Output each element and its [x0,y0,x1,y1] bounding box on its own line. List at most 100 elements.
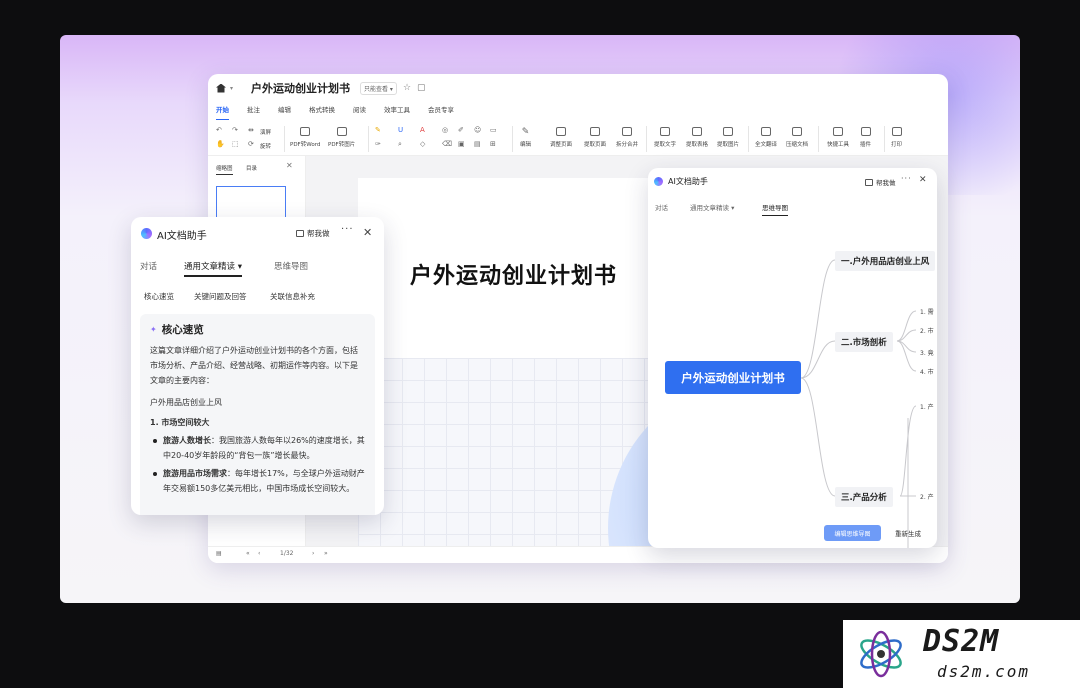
list-item: 旅游用品市场需求：每年增长17%，与全球户外运动财产年交易额150多亿美元相比，… [150,466,365,496]
full-translate-button[interactable]: 全文翻译 [755,127,777,148]
rotate-screen-icon[interactable]: ⇹ [248,126,254,134]
close-icon[interactable]: ✕ [286,161,293,170]
tab-toc[interactable]: 目录 [246,164,257,172]
summary-subheading: 1. 市场空间较大 [150,418,210,427]
extract-image-button[interactable]: 提取图片 [717,127,739,148]
split-merge-icon [622,127,632,136]
adjust-page-button[interactable]: 调整页面 [550,127,572,148]
extract-page-button[interactable]: 提取页面 [584,127,606,148]
mindmap-leaf[interactable]: 1. 产 [920,402,934,411]
image-insert-icon[interactable]: ▤ [474,140,481,148]
tab-start[interactable]: 开始 [216,104,229,120]
mindmap-connectors [800,259,917,548]
pdf-to-image-button[interactable]: PDF转图片 [328,127,355,148]
chevron-down-icon[interactable]: ▾ [230,85,233,92]
readonly-badge[interactable]: 只能查看 ▾ [360,81,397,95]
mindmap-leaf[interactable]: 3. 竟 [920,348,934,357]
edit-mindmap-button[interactable]: 编辑思维导图 [824,525,881,541]
tab-mindmap[interactable]: 思维导图 [274,260,308,272]
home-icon[interactable] [216,83,226,93]
print-button[interactable]: 打印 [891,127,902,148]
star-icon[interactable]: ☆ [403,83,411,93]
note-icon[interactable]: ▭ [490,126,497,134]
tab-efficiency[interactable]: 效率工具 [384,104,410,120]
prev-page-icon[interactable]: ‹ [258,550,260,557]
shape-icon[interactable]: ◇ [420,140,425,148]
tab-annotate[interactable]: 批注 [247,104,260,120]
tab-thumbnails[interactable]: 缩略图 [216,164,233,175]
plugins-button[interactable]: 插件 [860,127,871,148]
chip-key-questions[interactable]: 关键问题及回答 [194,291,247,302]
quick-tools-icon [833,127,843,136]
more-icon[interactable]: ··· [341,224,354,235]
pdf-image-icon [336,127,347,136]
toolbar-divider [512,126,513,152]
tab-member[interactable]: 会员专享 [428,104,454,120]
select-icon[interactable]: ⬚ [232,140,239,148]
brush-icon[interactable]: ✑ [375,140,381,148]
toolbar-divider [818,126,819,152]
textbox-icon[interactable]: ▣ [458,140,465,148]
tab-edit[interactable]: 编辑 [278,104,291,120]
rotate-label[interactable]: 旋转 [260,142,271,150]
emoji-icon[interactable]: ☺ [474,126,481,134]
next-page-icon[interactable]: › [312,550,314,557]
mindmap-leaf[interactable]: 2. 市 [920,326,934,335]
mindmap-leaf[interactable]: 4. 市 [920,367,934,376]
highlight-icon[interactable]: ✎ [375,126,381,134]
tab-article-reading[interactable]: 通用文章精读 ▾ [184,260,242,277]
status-bar: ▤ « ‹ 1/32 › » [208,546,948,563]
ribbon-tabs: 开始 批注 编辑 格式转换 阅读 效率工具 会员专享 [208,104,948,120]
edit-button[interactable]: ✎ 编辑 [520,127,531,148]
tab-read[interactable]: 阅读 [353,104,366,120]
atom-logo-icon [860,630,902,678]
bullet-dot [153,438,157,443]
stamp-icon[interactable]: ◎ [442,126,448,134]
redo-icon[interactable]: ↷ [232,126,238,134]
page-indicator[interactable]: 1/32 [280,550,293,557]
first-page-icon[interactable]: « [246,550,250,557]
undo-icon[interactable]: ↶ [216,126,222,134]
summary-intro: 这篇文章详细介绍了户外运动创业计划书的各个方面，包括市场分析、产品介绍、经营战略… [150,346,358,385]
extract-image-icon [723,127,733,136]
translate-icon [761,127,771,136]
split-merge-button[interactable]: 拆分合并 [616,127,638,148]
hand-icon[interactable]: ✋ [216,140,225,148]
last-page-icon[interactable]: » [324,550,328,557]
compress-button[interactable]: 压缩文档 [786,127,808,148]
tab-convert[interactable]: 格式转换 [309,104,335,120]
connector-line [896,340,917,372]
chip-related-info[interactable]: 关联信息补充 [270,291,315,302]
link-icon[interactable]: ⊞ [490,140,496,148]
extract-text-button[interactable]: 提取文字 [654,127,676,148]
help-me-button[interactable]: 帮我做 [296,228,330,239]
pdf-to-word-button[interactable]: PDF转Word [290,127,320,148]
mindmap-root-node[interactable]: 户外运动创业计划书 [665,361,801,394]
toolbar-divider [748,126,749,152]
extract-table-button[interactable]: 提取表格 [686,127,708,148]
edit-pen-icon: ✎ [521,127,530,137]
regenerate-button[interactable]: 重新生成 [889,525,927,541]
rotate-screen-label[interactable]: 演屏 [260,128,271,136]
document-title: 户外运动创业计划书 [251,82,351,95]
pen-icon[interactable]: ✐ [458,126,464,134]
close-icon[interactable]: ✕ [363,226,372,239]
mindmap-branch-3[interactable]: 三.产品分析 [835,487,893,507]
mindmap-leaf[interactable]: 2. 产 [920,492,934,501]
sidebar-toggle-icon[interactable]: ▤ [216,550,222,557]
rotate-icon[interactable]: ⟳ [248,140,254,148]
tab-chat[interactable]: 对话 [140,260,157,272]
mindmap-branch-1[interactable]: 一.户外用品店创业上风 [835,251,936,271]
summary-section: 户外用品店创业上风 [150,398,222,407]
comment-icon[interactable]: ▢ [417,83,426,93]
quick-tools-button[interactable]: 快捷工具 [827,127,849,148]
mindmap-leaf[interactable]: 1. 需 [920,307,934,316]
mindmap-branch-2[interactable]: 二.市场剖析 [835,332,893,352]
text-color-icon[interactable]: A [420,126,425,134]
search-text-icon[interactable]: ⌕ [398,140,402,149]
chip-core-overview[interactable]: 核心速览 [144,291,174,302]
underline-icon[interactable]: U [398,126,403,134]
watermark-title: DS2M [923,624,1000,659]
toolbar-divider [646,126,647,152]
erase-icon[interactable]: ⌫ [442,140,452,148]
